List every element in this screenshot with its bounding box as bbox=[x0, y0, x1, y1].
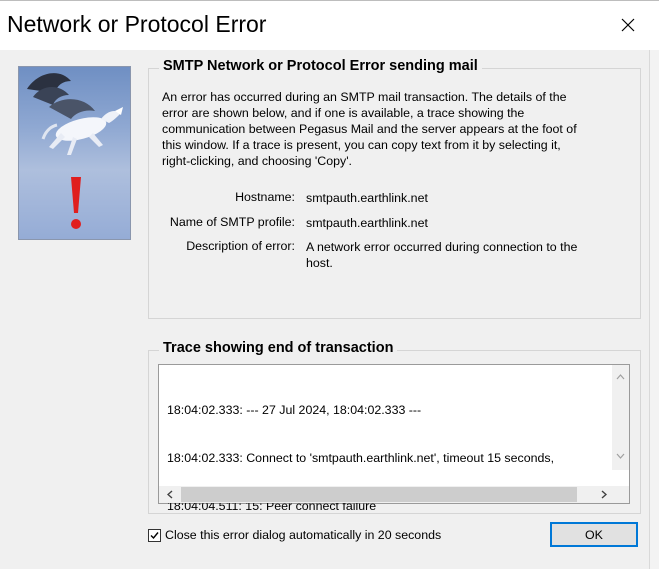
hostname-label: Hostname: bbox=[235, 190, 295, 204]
error-message-line: communication between Pegasus Mail and t… bbox=[162, 122, 577, 136]
hostname-value: smtpauth.earthlink.net bbox=[306, 191, 428, 205]
checkmark-icon bbox=[150, 531, 159, 539]
error-group-title: SMTP Network or Protocol Error sending m… bbox=[159, 58, 482, 74]
trace-group-title: Trace showing end of transaction bbox=[159, 340, 398, 356]
trace-line: 18:04:02.333: Connect to 'smtpauth.earth… bbox=[167, 451, 555, 465]
auto-close-checkbox-row[interactable]: Close this error dialog automatically in… bbox=[148, 528, 441, 542]
profile-label: Name of SMTP profile: bbox=[169, 215, 295, 229]
close-button[interactable] bbox=[613, 11, 643, 39]
scroll-up-button[interactable] bbox=[612, 368, 629, 385]
trace-text-area[interactable]: 18:04:02.333: --- 27 Jul 2024, 18:04:02.… bbox=[158, 364, 630, 513]
description-label: Description of error: bbox=[186, 239, 295, 253]
horizontal-scrollbar[interactable] bbox=[159, 486, 629, 503]
description-value: A network error occurred during connecti… bbox=[306, 239, 626, 271]
error-message: An error has occurred during an SMTP mai… bbox=[162, 89, 622, 169]
trace-lines: 18:04:02.333: --- 27 Jul 2024, 18:04:02.… bbox=[167, 370, 554, 546]
close-icon bbox=[621, 18, 635, 32]
window-right-edge bbox=[649, 50, 659, 569]
horizontal-scroll-thumb[interactable] bbox=[181, 487, 577, 502]
auto-close-label: Close this error dialog automatically in… bbox=[165, 528, 442, 542]
error-exclamation-icon bbox=[71, 177, 81, 229]
window-title: Network or Protocol Error bbox=[7, 11, 267, 37]
description-line: A network error occurred during connecti… bbox=[306, 240, 578, 254]
title-bar[interactable]: Network or Protocol Error bbox=[0, 0, 659, 50]
trace-line: 18:04:02.333: --- 27 Jul 2024, 18:04:02.… bbox=[167, 403, 422, 417]
scroll-right-button[interactable] bbox=[595, 486, 612, 503]
error-message-line: error are shown below, and if one is ava… bbox=[162, 106, 525, 120]
ok-button[interactable]: OK bbox=[550, 522, 638, 547]
vertical-scrollbar[interactable] bbox=[612, 365, 629, 470]
error-message-line: right-clicking, and choosing 'Copy'. bbox=[162, 154, 352, 168]
error-message-line: An error has occurred during an SMTP mai… bbox=[162, 90, 567, 104]
pegasus-error-picture bbox=[18, 66, 131, 240]
chevron-up-icon bbox=[616, 373, 625, 379]
scroll-down-button[interactable] bbox=[612, 447, 629, 464]
scroll-left-button[interactable] bbox=[161, 486, 178, 503]
dialog-client: SMTP Network or Protocol Error sending m… bbox=[0, 50, 649, 569]
chevron-right-icon bbox=[601, 490, 607, 499]
error-message-line: this window. If a trace is present, you … bbox=[162, 138, 561, 152]
chevron-down-icon bbox=[616, 453, 625, 459]
chevron-left-icon bbox=[166, 490, 172, 499]
description-line: host. bbox=[306, 256, 333, 270]
auto-close-checkbox[interactable] bbox=[148, 528, 161, 542]
profile-value: smtpauth.earthlink.net bbox=[306, 216, 428, 230]
